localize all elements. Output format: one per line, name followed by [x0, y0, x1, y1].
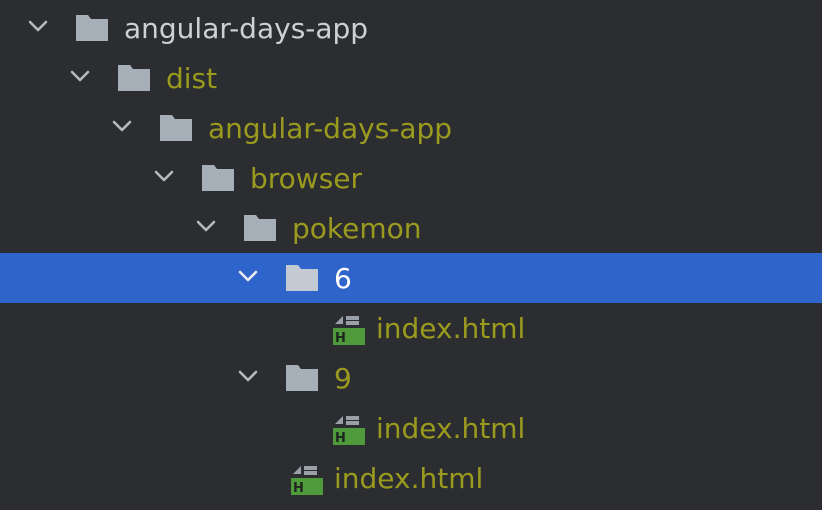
svg-text:H: H: [335, 331, 346, 346]
tree-label-pokemon: pokemon: [292, 212, 422, 245]
tree-label-browser: browser: [250, 162, 363, 195]
tree-row-pokemon[interactable]: pokemon: [0, 203, 822, 253]
tree-label-file-9-index: index.html: [376, 412, 526, 445]
chevron-down-icon[interactable]: [67, 53, 93, 103]
tree-label-dist: dist: [166, 62, 218, 95]
chevron-down-icon[interactable]: [193, 203, 219, 253]
html-file-icon: H: [285, 453, 325, 503]
tree-row-folder-9[interactable]: 9: [0, 353, 822, 403]
folder-icon: [201, 153, 241, 203]
tree-label-folder-9: 9: [334, 362, 352, 395]
svg-text:H: H: [335, 431, 346, 446]
folder-icon: [117, 53, 157, 103]
tree-row-folder-6[interactable]: 6: [0, 253, 822, 303]
svg-text:H: H: [293, 481, 304, 496]
html-file-icon: H: [327, 303, 367, 353]
folder-icon: [285, 353, 325, 403]
tree-row-app[interactable]: angular-days-app: [0, 103, 822, 153]
html-file-icon: H: [327, 403, 367, 453]
tree-row-browser[interactable]: browser: [0, 153, 822, 203]
tree-row-pokemon-index[interactable]: H index.html: [0, 453, 822, 503]
tree-row-root[interactable]: angular-days-app: [0, 3, 822, 53]
tree-row-file-6-index[interactable]: H index.html: [0, 303, 822, 353]
tree-row-file-9-index[interactable]: H index.html: [0, 403, 822, 453]
tree-label-root: angular-days-app: [124, 12, 369, 45]
chevron-down-icon[interactable]: [235, 253, 261, 303]
folder-icon: [75, 3, 115, 53]
tree-label-folder-6: 6: [334, 262, 352, 295]
folder-icon: [285, 253, 325, 303]
tree-row-dist[interactable]: dist: [0, 53, 822, 103]
chevron-down-icon[interactable]: [151, 153, 177, 203]
chevron-down-icon[interactable]: [25, 3, 51, 53]
folder-icon: [159, 103, 199, 153]
project-tree: angular-days-app dist angular-days-app b…: [0, 0, 822, 510]
folder-icon: [243, 203, 283, 253]
chevron-down-icon[interactable]: [235, 353, 261, 403]
tree-label-pokemon-index: index.html: [334, 462, 484, 495]
chevron-down-icon[interactable]: [109, 103, 135, 153]
tree-label-file-6-index: index.html: [376, 312, 526, 345]
tree-label-app: angular-days-app: [208, 112, 453, 145]
